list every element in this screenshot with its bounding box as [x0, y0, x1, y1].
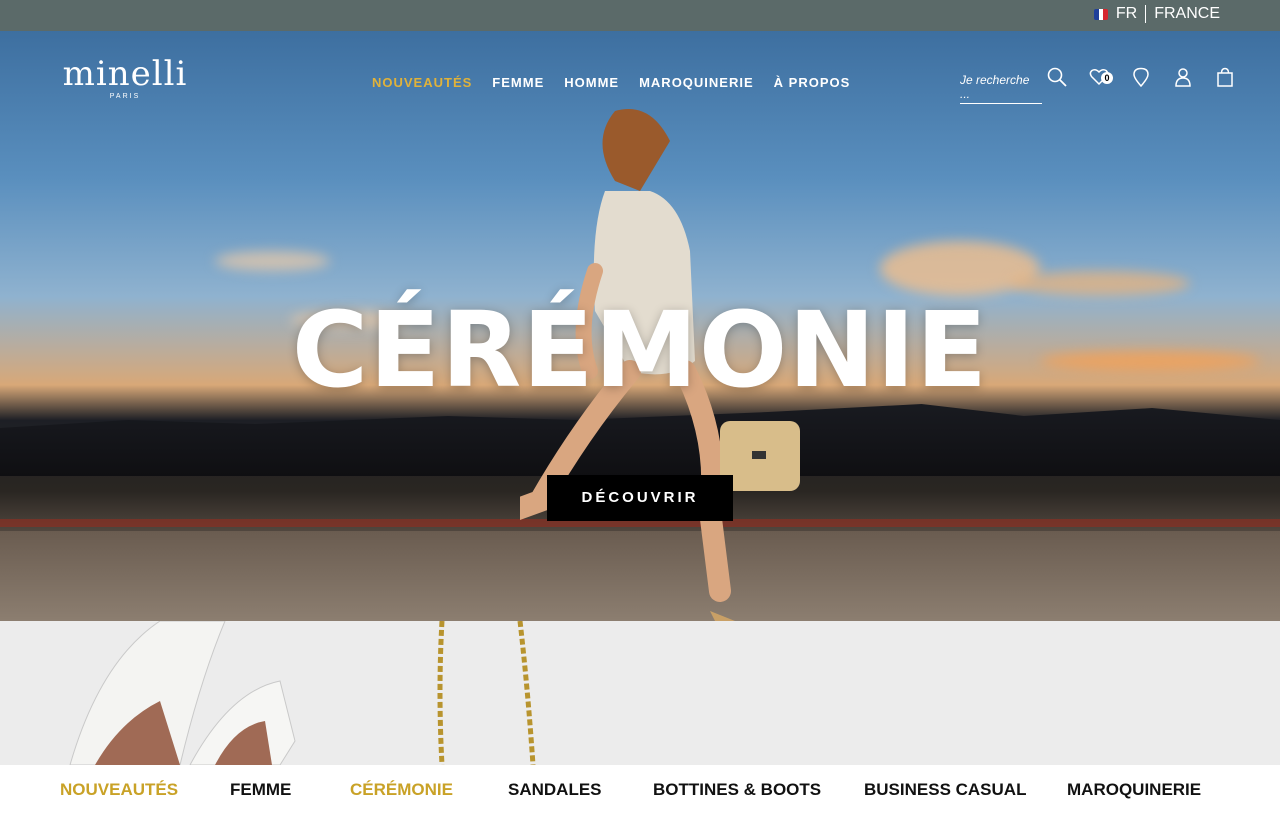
search-input[interactable]: Je recherche ... [960, 73, 1042, 104]
location-pin-icon[interactable] [1131, 67, 1153, 89]
language-code[interactable]: FR [1116, 5, 1137, 23]
logo-subtitle: PARIS [109, 93, 141, 100]
search-icon[interactable] [1047, 67, 1069, 89]
wishlist-heart-icon[interactable]: 0 [1089, 67, 1113, 89]
locale-selector[interactable]: FR FRANCE [1093, 5, 1220, 23]
hero-banner: minelli PARIS NOUVEAUTÉS FEMME HOMME MAR… [0, 31, 1280, 621]
cloud [215, 251, 330, 271]
top-bar: FR FRANCE [0, 0, 1280, 31]
nav-item-maroquinerie[interactable]: MAROQUINERIE [639, 75, 754, 90]
category-maroquinerie[interactable]: MAROQUINERIE [1067, 780, 1201, 800]
category-femme[interactable]: FEMME [230, 780, 291, 800]
nav-item-nouveautes[interactable]: NOUVEAUTÉS [372, 75, 472, 90]
category-nouveautes[interactable]: NOUVEAUTÉS [60, 780, 178, 800]
category-bottines-boots[interactable]: BOTTINES & BOOTS [653, 780, 821, 800]
logo-wordmark: minelli [62, 54, 188, 94]
hero-headline: CÉRÉMONIE [291, 289, 989, 411]
nav-item-a-propos[interactable]: À PROPOS [774, 75, 851, 90]
category-business-casual[interactable]: BUSINESS CASUAL [864, 780, 1026, 800]
product-photos [69, 621, 536, 765]
user-icon[interactable] [1173, 67, 1195, 89]
category-sandales[interactable]: SANDALES [508, 780, 602, 800]
discover-button[interactable]: DÉCOUVRIR [547, 475, 733, 521]
shopping-bag-icon[interactable] [1215, 67, 1237, 89]
category-ceremonie[interactable]: CÉRÉMONIE [350, 780, 453, 800]
wishlist-count-badge: 0 [1101, 72, 1113, 84]
nav-item-femme[interactable]: FEMME [492, 75, 544, 90]
main-navigation: NOUVEAUTÉS FEMME HOMME MAROQUINERIE À PR… [372, 75, 850, 90]
header-icons: 0 [1047, 67, 1237, 89]
country-name[interactable]: FRANCE [1154, 5, 1220, 23]
product-image-strip [0, 621, 1280, 765]
locale-divider [1145, 5, 1147, 23]
brand-logo[interactable]: minelli PARIS [60, 57, 190, 100]
france-flag-icon [1093, 8, 1108, 20]
category-bar: NOUVEAUTÉS FEMME CÉRÉMONIE SANDALES BOTT… [0, 765, 1280, 815]
nav-item-homme[interactable]: HOMME [564, 75, 619, 90]
